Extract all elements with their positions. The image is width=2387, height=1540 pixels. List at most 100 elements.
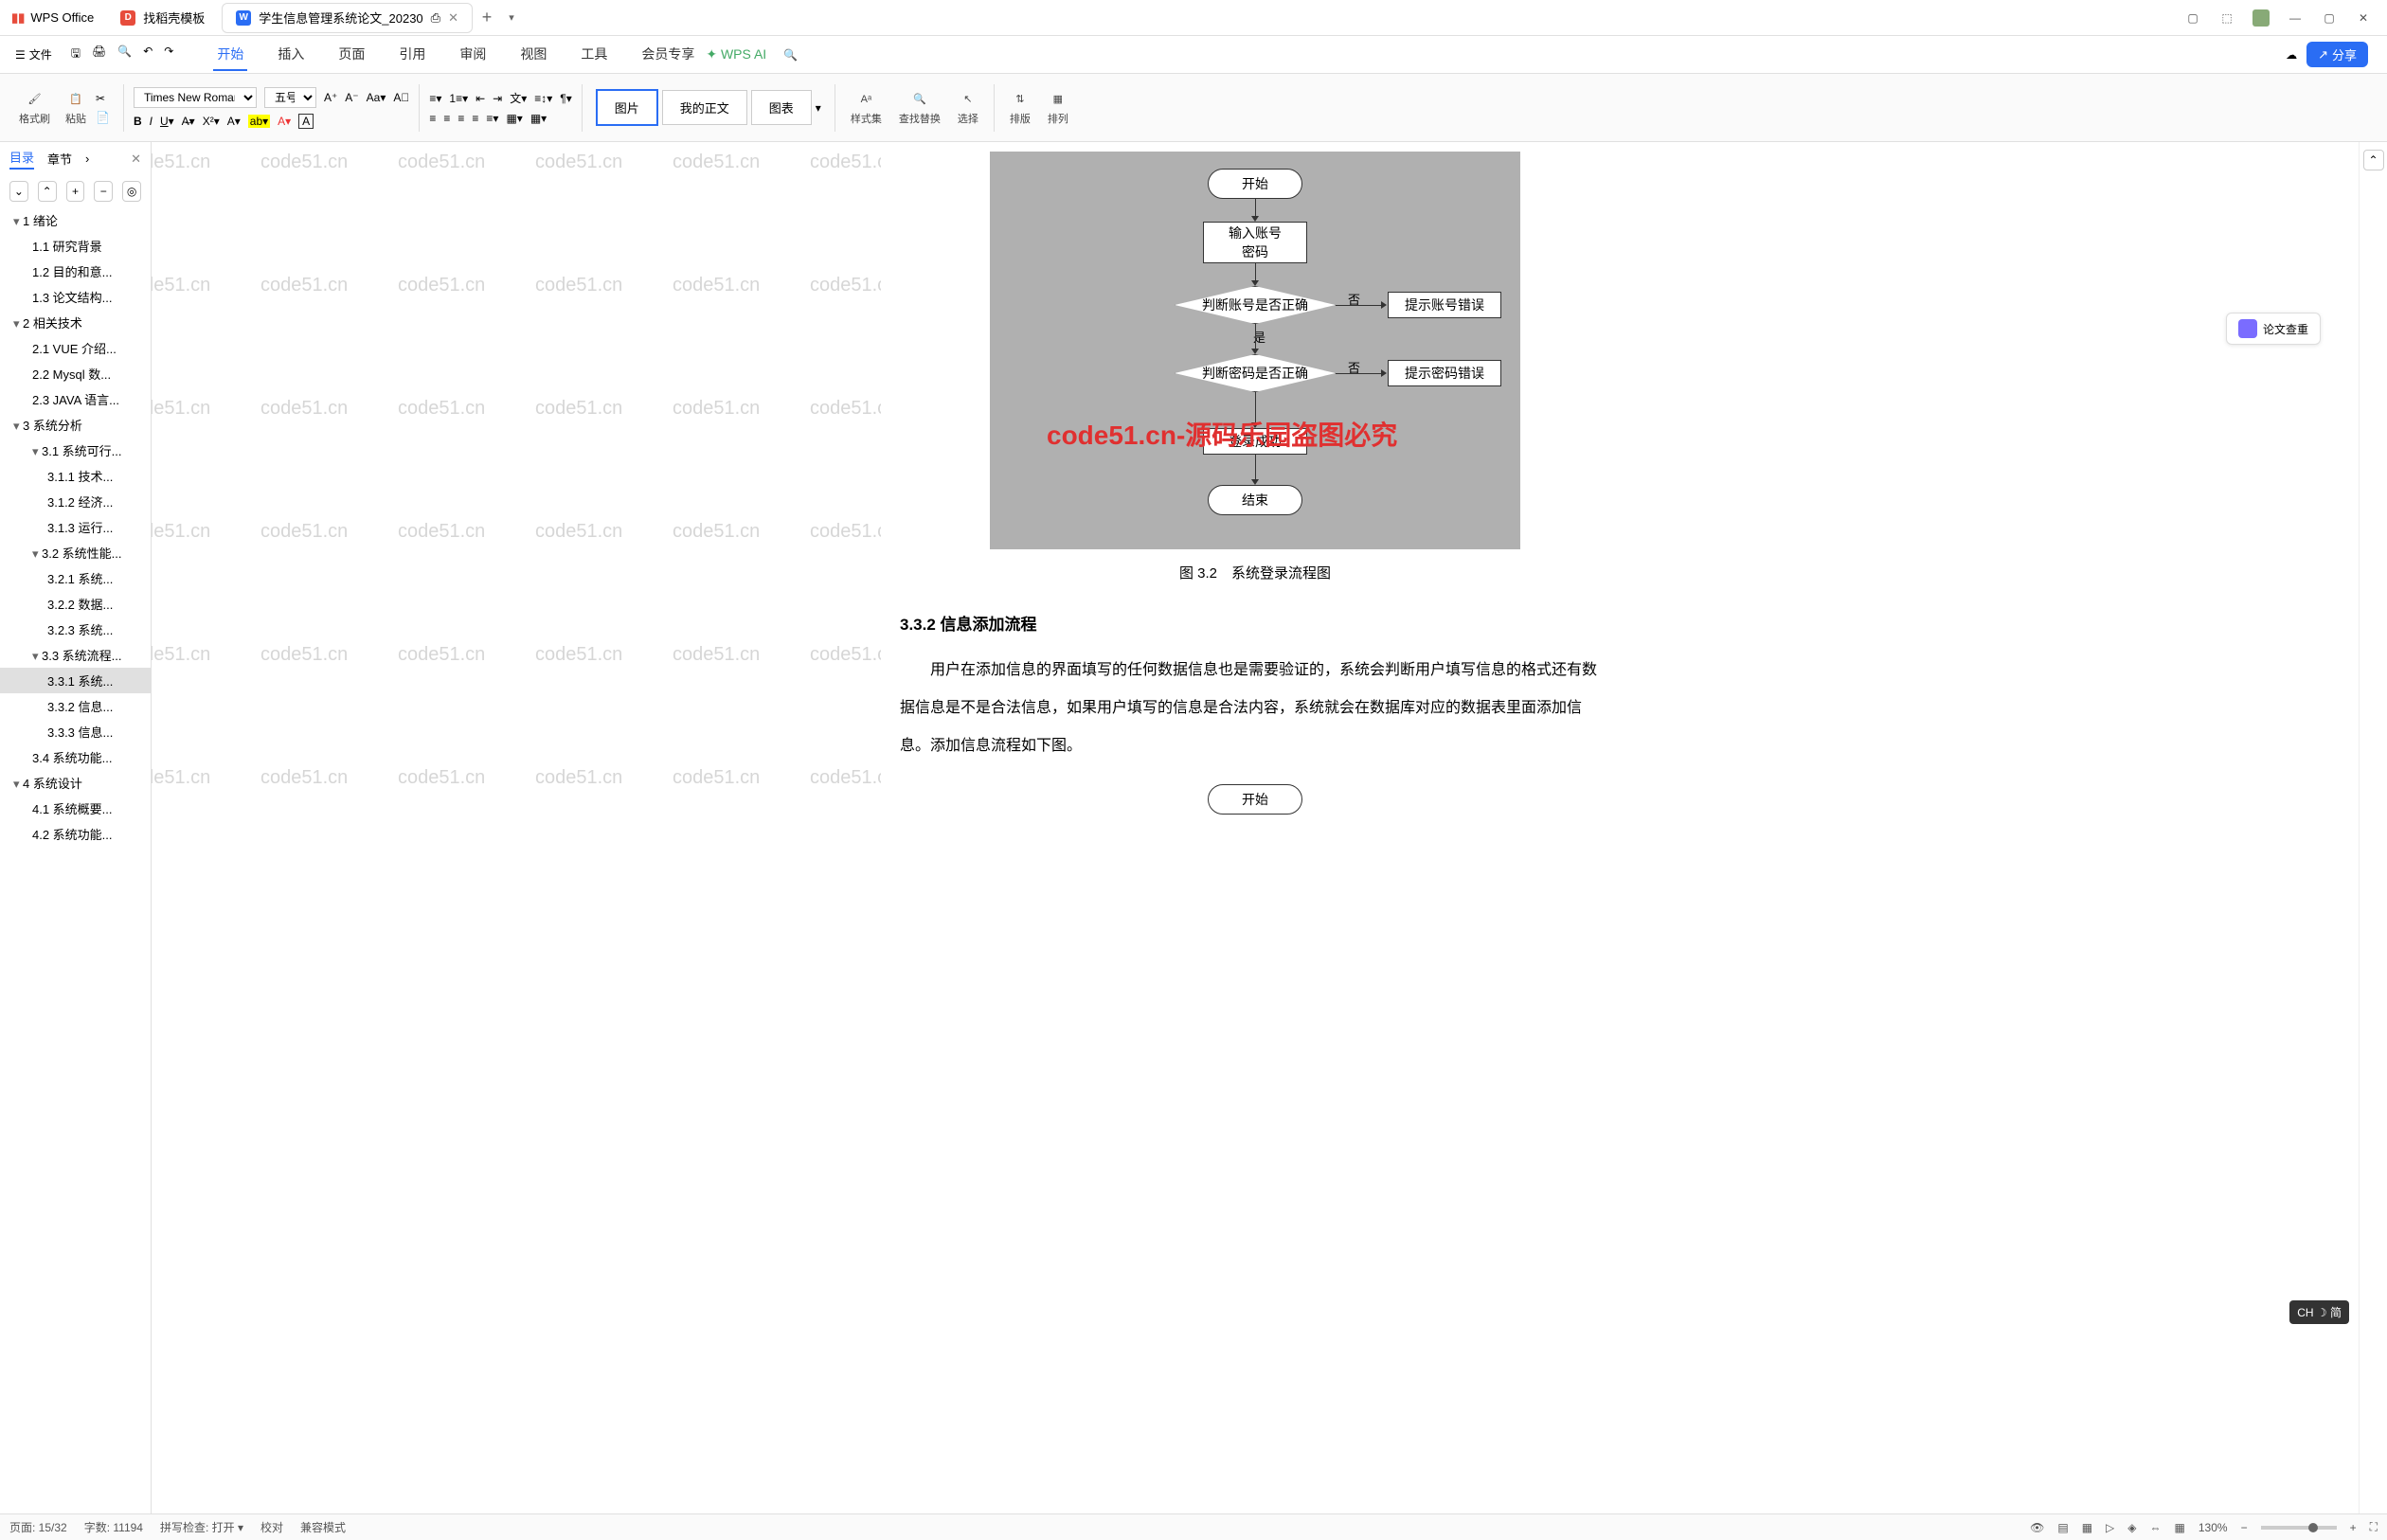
compat-mode[interactable]: 兼容模式: [300, 1519, 346, 1535]
avatar[interactable]: [2252, 9, 2270, 27]
cloud-icon[interactable]: ☁: [2286, 48, 2297, 62]
toc-item[interactable]: ▾3.3 系统流程...: [0, 642, 151, 668]
new-tab-button[interactable]: +: [475, 8, 499, 27]
decrease-indent-icon[interactable]: ⇤: [476, 92, 485, 105]
view-print-icon[interactable]: ▤: [2057, 1521, 2068, 1534]
toc-item[interactable]: 3.2.1 系统...: [0, 565, 151, 591]
toc-item[interactable]: 1.3 论文结构...: [0, 284, 151, 310]
file-menu[interactable]: ☰ 文件: [8, 43, 60, 66]
app-logo[interactable]: ▮▮ WPS Office: [0, 10, 105, 26]
expand-all-icon[interactable]: ⌃: [38, 181, 57, 202]
decrease-font-icon[interactable]: A⁻: [345, 91, 358, 104]
align-right-icon[interactable]: ≡: [458, 112, 464, 125]
share-button[interactable]: ↗ 分享: [2306, 42, 2368, 67]
align-left-icon[interactable]: ≡: [429, 112, 436, 125]
close-button[interactable]: ✕: [2355, 9, 2372, 27]
zoom-out-icon[interactable]: −: [2241, 1521, 2248, 1534]
bullet-list-icon[interactable]: ≡▾: [429, 92, 441, 105]
style-dropdown-icon[interactable]: ▾: [816, 101, 821, 115]
view-fullwidth-icon[interactable]: ⇔: [2150, 1521, 2162, 1534]
toc-item[interactable]: 3.1.2 经济...: [0, 489, 151, 514]
arrange-button[interactable]: ⇅ 排版: [1004, 88, 1036, 128]
menu-tab-4[interactable]: 审阅: [456, 39, 490, 71]
document-canvas[interactable]: code51.cncode51.cncode51.cncode51.cncode…: [152, 142, 2359, 1513]
toc-item[interactable]: ▾4 系统设计: [0, 770, 151, 796]
view-read-icon[interactable]: 👁: [2030, 1521, 2044, 1534]
toc-item[interactable]: ▾2 相关技术: [0, 310, 151, 335]
collapse-all-icon[interactable]: ⌄: [9, 181, 28, 202]
minimize-button[interactable]: —: [2287, 9, 2304, 27]
style-chart[interactable]: 图表: [751, 90, 812, 125]
view-focus-icon[interactable]: ◈: [2127, 1521, 2136, 1534]
styleset-button[interactable]: Aᵃ 样式集: [845, 88, 888, 128]
word-count[interactable]: 字数: 11194: [84, 1519, 143, 1535]
menu-tab-2[interactable]: 页面: [334, 39, 368, 71]
search-icon[interactable]: 🔍: [783, 48, 798, 62]
toc-item[interactable]: 4.2 系统功能...: [0, 821, 151, 847]
toc-item[interactable]: 2.3 JAVA 语言...: [0, 386, 151, 412]
font-color-button[interactable]: A▾: [227, 115, 241, 128]
border-icon[interactable]: ▦▾: [530, 112, 547, 125]
zoom-level[interactable]: 130%: [2199, 1521, 2228, 1534]
view-web-icon[interactable]: ▦: [2082, 1521, 2092, 1534]
italic-button[interactable]: I: [150, 115, 153, 128]
menu-tab-0[interactable]: 开始: [213, 39, 247, 71]
spellcheck-status[interactable]: 拼写检查: 打开 ▾: [160, 1519, 243, 1535]
bold-button[interactable]: B: [134, 115, 142, 128]
filter-icon[interactable]: ◎: [122, 181, 141, 202]
menu-tab-3[interactable]: 引用: [395, 39, 429, 71]
print-icon[interactable]: 🖨: [92, 45, 106, 64]
order-button[interactable]: ▦ 排列: [1042, 88, 1074, 128]
toc-item[interactable]: ▾3.2 系统性能...: [0, 540, 151, 565]
toc-item[interactable]: 3.3.2 信息...: [0, 693, 151, 719]
toc-item[interactable]: 2.1 VUE 介绍...: [0, 335, 151, 361]
toc-item[interactable]: 3.2.2 数据...: [0, 591, 151, 617]
strikethrough-button[interactable]: A̶▾: [182, 115, 195, 128]
increase-indent-icon[interactable]: ⇥: [493, 92, 502, 105]
increase-font-icon[interactable]: A⁺: [324, 91, 337, 104]
text-effect-button[interactable]: A▾: [278, 115, 291, 128]
highlight-button[interactable]: ab▾: [248, 115, 270, 128]
shading-icon[interactable]: ▦▾: [506, 112, 522, 125]
copy-icon[interactable]: 📄: [96, 111, 110, 124]
wps-ai-tab[interactable]: ✦ WPS AI: [702, 41, 770, 68]
font-size-select[interactable]: 五号: [264, 87, 316, 108]
change-case-icon[interactable]: Aa▾: [367, 91, 386, 104]
window-cube-icon[interactable]: ⬚: [2218, 9, 2235, 27]
paragraph-spacing-icon[interactable]: ¶▾: [560, 92, 571, 105]
maximize-button[interactable]: ▢: [2321, 9, 2338, 27]
toc-item[interactable]: 1.1 研究背景: [0, 233, 151, 259]
tab-templates[interactable]: D 找稻壳模板: [107, 3, 218, 33]
char-border-button[interactable]: A: [298, 114, 314, 129]
style-body[interactable]: 我的正文: [662, 90, 747, 125]
line-spacing-icon[interactable]: ≡↕▾: [534, 92, 552, 105]
align-center-icon[interactable]: ≡: [443, 112, 450, 125]
distribute-icon[interactable]: ≡▾: [486, 112, 498, 125]
align-justify-icon[interactable]: ≡: [472, 112, 478, 125]
add-icon[interactable]: +: [66, 181, 85, 202]
zoom-slider[interactable]: [2261, 1526, 2337, 1530]
view-outline-icon[interactable]: ▷: [2106, 1521, 2114, 1534]
toc-item[interactable]: 3.4 系统功能...: [0, 744, 151, 770]
font-select[interactable]: Times New Roman: [134, 87, 257, 108]
menu-tab-1[interactable]: 插入: [274, 39, 308, 71]
toc-item[interactable]: ▾3 系统分析: [0, 412, 151, 438]
tab-menu-dropdown[interactable]: ▾: [499, 11, 524, 24]
fullscreen-icon[interactable]: ⛶: [2370, 1520, 2378, 1534]
toc-item[interactable]: 3.3.1 系统...: [0, 668, 151, 693]
plagiarism-check-button[interactable]: 论文查重: [2226, 313, 2321, 345]
style-picture[interactable]: 图片: [596, 89, 658, 126]
close-icon[interactable]: ✕: [448, 10, 458, 26]
select-button[interactable]: ↖ 选择: [952, 88, 984, 128]
sidebar-close-icon[interactable]: ✕: [131, 152, 141, 167]
toc-item[interactable]: 2.2 Mysql 数...: [0, 361, 151, 386]
tab-current-doc[interactable]: W 学生信息管理系统论文_20230 ⎙ ✕: [222, 3, 473, 33]
toc-item[interactable]: 3.3.3 信息...: [0, 719, 151, 744]
find-replace-button[interactable]: 🔍 查找替换: [893, 88, 946, 128]
format-painter-button[interactable]: 🖌 格式刷: [13, 88, 56, 128]
proofread-status[interactable]: 校对: [260, 1519, 283, 1535]
undo-icon[interactable]: ↶: [143, 45, 153, 64]
preview-icon[interactable]: 🔍: [117, 45, 132, 64]
toc-item[interactable]: 4.1 系统概要...: [0, 796, 151, 821]
sidebar-next-icon[interactable]: ›: [85, 152, 89, 166]
